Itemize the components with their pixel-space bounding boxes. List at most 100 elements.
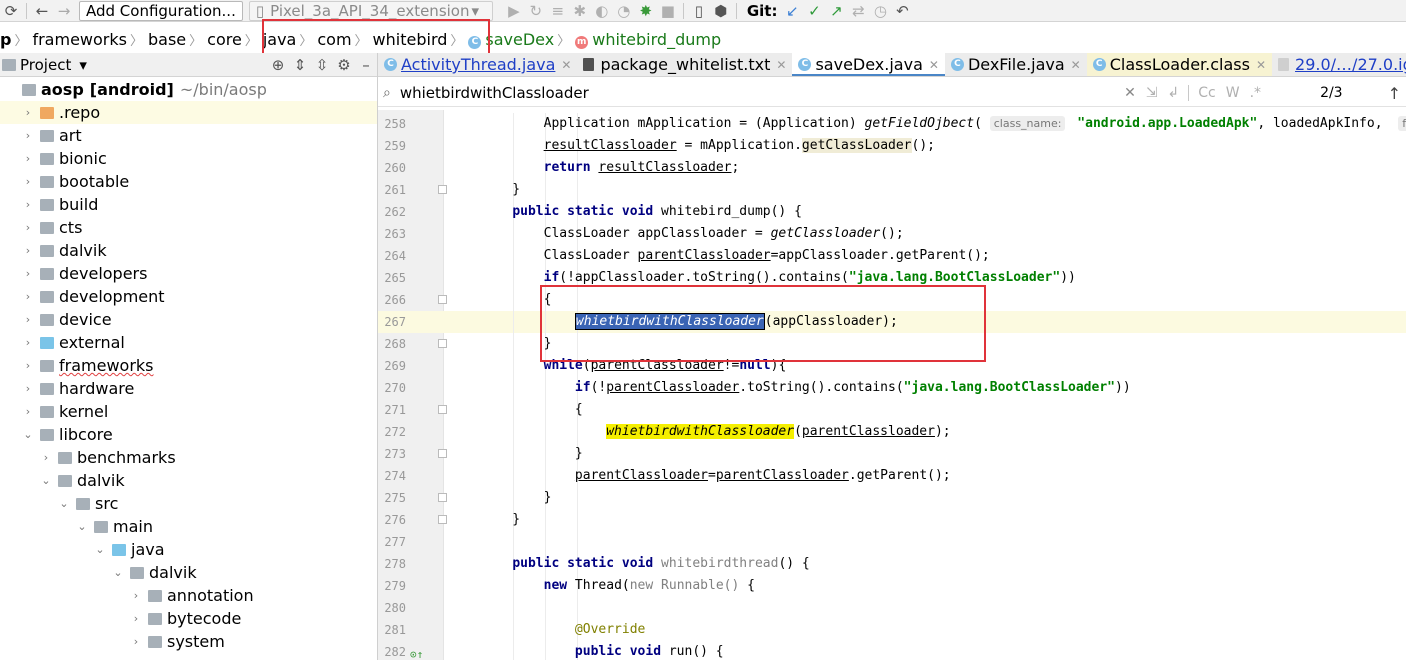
line-number[interactable]: 266 <box>378 289 406 311</box>
line-number[interactable]: 278 <box>378 553 406 575</box>
chevron-right-icon[interactable]: › <box>130 635 142 648</box>
tree-item[interactable]: › bootable <box>0 170 377 193</box>
coverage-icon[interactable]: ✸ <box>635 0 657 22</box>
code-line[interactable]: 275 } <box>378 487 1406 509</box>
code-line[interactable]: 272 whietbirdwithClassloader(parentClass… <box>378 421 1406 443</box>
chevron-right-icon[interactable]: › <box>22 152 34 165</box>
chevron-right-icon[interactable]: › <box>22 359 34 372</box>
line-number[interactable]: 260 <box>378 157 406 179</box>
tree-item[interactable]: › bionic <box>0 147 377 170</box>
breadcrumb-method-item[interactable]: m whitebird_dump <box>570 30 724 49</box>
line-number[interactable]: 263 <box>378 223 406 245</box>
device-select[interactable]: ▯ Pixel_3a_API_34_extension ▾ <box>248 0 493 21</box>
line-number[interactable]: 274 <box>378 465 406 487</box>
code-line[interactable]: 258 Application mApplication = (Applicat… <box>378 113 1406 135</box>
code-line[interactable]: 273 } <box>378 443 1406 465</box>
tree-item[interactable]: ⌄ java <box>0 538 377 561</box>
code-line[interactable]: 274 parentClassloader=parentClassloader.… <box>378 465 1406 487</box>
line-number[interactable]: 258 <box>378 113 406 135</box>
tree-item[interactable]: › hardware <box>0 377 377 400</box>
sdk-manager-icon[interactable]: ⬢ <box>710 0 732 22</box>
tree-item[interactable]: › kernel <box>0 400 377 423</box>
chevron-right-icon[interactable]: › <box>22 221 34 234</box>
line-number[interactable]: 268 <box>378 333 406 355</box>
locate-file-icon[interactable]: ⊕ <box>267 54 289 76</box>
chevron-right-icon[interactable]: › <box>22 405 34 418</box>
code-line[interactable]: 270 if(!parentClassloader.toString().con… <box>378 377 1406 399</box>
tree-item[interactable]: ⌄ src <box>0 492 377 515</box>
code-line[interactable]: 277 <box>378 531 1406 553</box>
chevron-right-icon[interactable]: › <box>22 106 34 119</box>
search-history-icon[interactable]: ⇲ <box>1141 85 1163 101</box>
chevron-right-icon[interactable]: › <box>130 612 142 625</box>
code-line[interactable]: 264 ClassLoader parentClassloader=appCla… <box>378 245 1406 267</box>
fold-marker-icon[interactable] <box>438 515 447 524</box>
line-number[interactable]: 262 <box>378 201 406 223</box>
tree-item[interactable]: › build <box>0 193 377 216</box>
editor-tab[interactable]: C ActivityThread.java ✕ <box>378 53 577 76</box>
expand-all-icon[interactable]: ⇕ <box>289 54 311 76</box>
breadcrumb-item[interactable]: frameworks <box>27 30 130 49</box>
match-case-option[interactable]: Cc <box>1193 85 1220 101</box>
breadcrumb-item[interactable]: p <box>0 30 14 49</box>
fold-marker-icon[interactable] <box>438 449 447 458</box>
apply-changes-icon[interactable]: ↻ <box>525 0 547 22</box>
chevron-right-icon[interactable]: › <box>22 244 34 257</box>
close-tab-icon[interactable]: ✕ <box>776 58 786 72</box>
chevron-right-icon[interactable]: › <box>22 198 34 211</box>
code-line[interactable]: 263 ClassLoader appClassloader = getClas… <box>378 223 1406 245</box>
line-number[interactable]: 272 <box>378 421 406 443</box>
attach-debugger-icon[interactable]: ◔ <box>613 0 635 22</box>
line-number[interactable]: 261 <box>378 179 406 201</box>
code-line[interactable]: 281 @Override <box>378 619 1406 641</box>
chevron-right-icon[interactable]: › <box>130 589 142 602</box>
code-line[interactable]: 259 resultClassloader = mApplication.get… <box>378 135 1406 157</box>
code-line[interactable]: 276 } <box>378 509 1406 531</box>
line-number[interactable]: 276 <box>378 509 406 531</box>
find-input[interactable] <box>395 82 1120 104</box>
chevron-down-icon[interactable]: ⌄ <box>40 474 52 487</box>
tree-item[interactable]: › art <box>0 124 377 147</box>
fold-marker-icon[interactable] <box>438 295 447 304</box>
regex-option[interactable]: .* <box>1245 85 1266 101</box>
tree-item[interactable]: ⌄ dalvik <box>0 561 377 584</box>
tree-item[interactable]: › dalvik <box>0 239 377 262</box>
line-number[interactable]: 265 <box>378 267 406 289</box>
code-line[interactable]: 260 return resultClassloader; <box>378 157 1406 179</box>
breadcrumb-item[interactable]: core <box>202 30 245 49</box>
line-number[interactable]: 269 <box>378 355 406 377</box>
line-number[interactable]: 281 <box>378 619 406 641</box>
close-tab-icon[interactable]: ✕ <box>929 58 939 72</box>
tree-item[interactable]: › external <box>0 331 377 354</box>
back-arrow-icon[interactable]: ← <box>31 0 53 22</box>
tree-item[interactable]: ⌄ libcore <box>0 423 377 446</box>
close-tab-icon[interactable]: ✕ <box>561 58 571 72</box>
chevron-right-icon[interactable]: › <box>22 336 34 349</box>
collapse-all-icon[interactable]: ⇳ <box>311 54 333 76</box>
stop-icon[interactable]: ■ <box>657 0 679 22</box>
project-panel-title[interactable]: Project <box>20 56 71 74</box>
line-number[interactable]: 264 <box>378 245 406 267</box>
line-number[interactable]: 267 <box>378 311 406 333</box>
tree-item[interactable]: › .repo <box>0 101 377 124</box>
tree-item[interactable]: › frameworks <box>0 354 377 377</box>
tree-item[interactable]: › bytecode <box>0 607 377 630</box>
editor-tab[interactable]: C ClassLoader.class ✕ <box>1086 53 1273 76</box>
code-line[interactable]: 262 public static void whitebird_dump() … <box>378 201 1406 223</box>
line-number[interactable]: 270 <box>378 377 406 399</box>
override-marker-icon[interactable]: ⊙↑ <box>410 644 423 660</box>
hide-panel-icon[interactable]: – <box>355 54 377 76</box>
chevron-right-icon[interactable]: › <box>22 313 34 326</box>
chevron-right-icon[interactable]: › <box>40 451 52 464</box>
breadcrumb-item[interactable]: base <box>143 30 189 49</box>
chevron-down-icon[interactable]: ⌄ <box>58 497 70 510</box>
line-number[interactable]: 271 <box>378 399 406 421</box>
line-number[interactable]: 277 <box>378 531 406 553</box>
git-push-icon[interactable]: ↗ <box>825 0 847 22</box>
close-tab-icon[interactable]: ✕ <box>1256 58 1266 72</box>
run-icon[interactable]: ▶ <box>503 0 525 22</box>
chevron-down-icon[interactable]: ⌄ <box>22 428 34 441</box>
tree-item[interactable]: ⌄ main <box>0 515 377 538</box>
history-icon[interactable]: ◷ <box>869 0 891 22</box>
git-commit-icon[interactable]: ✓ <box>803 0 825 22</box>
